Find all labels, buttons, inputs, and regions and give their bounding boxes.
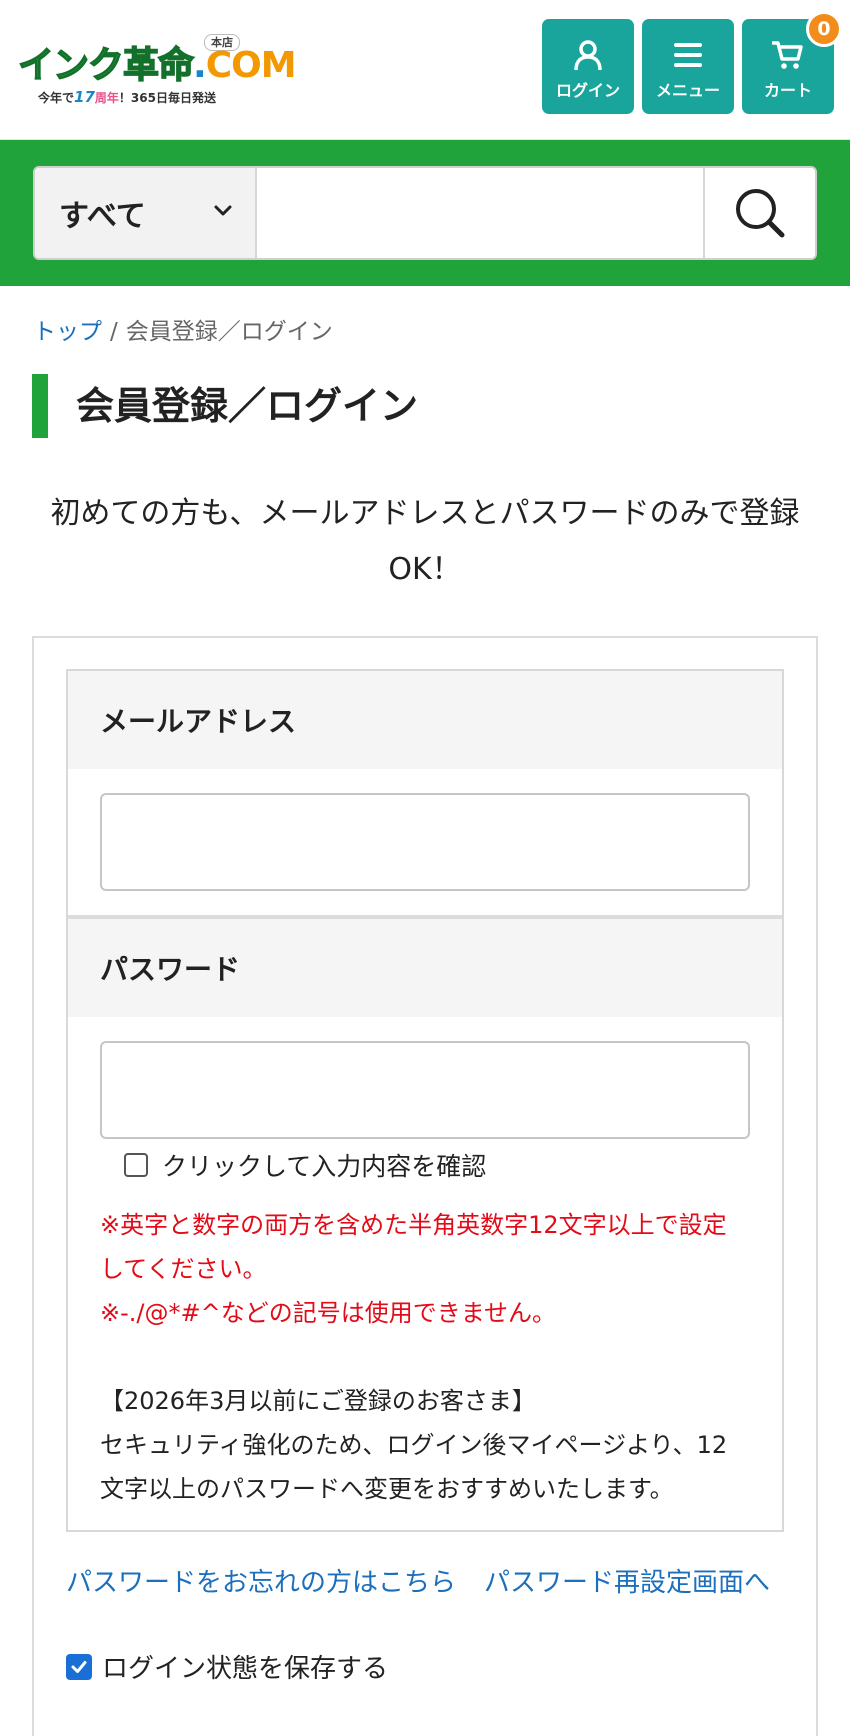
remember-login-label: ログイン状態を保存する xyxy=(102,1654,389,1684)
remember-login-checkbox[interactable] xyxy=(66,1653,92,1680)
cart-button-label: カート xyxy=(763,81,812,100)
cart-count-badge: 0 xyxy=(806,11,842,47)
login-form: メールアドレス パスワード クリックして入力内容を確認 ※英字と数字の両方を含め… xyxy=(66,669,784,1532)
password-symbol-note: ※-./@*#^などの記号は使用できません。 xyxy=(100,1299,556,1327)
logo-tagline: 今年で17周年！365日毎日発送 xyxy=(38,88,216,106)
page-title-block: 会員登録／ログイン xyxy=(32,374,418,438)
intro-text: 初めての方も、メールアドレスとパスワードのみで登録OK！ xyxy=(50,496,800,587)
password-label: パスワード xyxy=(68,919,782,1017)
remember-login-toggle[interactable]: ログイン状態を保存する xyxy=(66,1648,388,1685)
search-bar-area: すべて xyxy=(0,140,850,286)
search-button[interactable] xyxy=(703,168,815,258)
legacy-user-note: セキュリティ強化のため、ログイン後マイページより、12文字以上のパスワードへ変更… xyxy=(100,1431,728,1503)
reset-password-link[interactable]: パスワード再設定画面へ xyxy=(484,1568,770,1598)
person-icon xyxy=(574,40,602,71)
search-box: すべて xyxy=(33,166,817,260)
menu-button-label: メニュー xyxy=(655,81,720,100)
notes-spacer xyxy=(100,1335,750,1379)
show-password-toggle[interactable]: クリックして入力内容を確認 xyxy=(124,1147,750,1183)
search-icon xyxy=(736,189,785,238)
show-password-label: クリックして入力内容を確認 xyxy=(162,1152,487,1181)
checkmark-icon xyxy=(71,1660,87,1673)
page-title: 会員登録／ログイン xyxy=(76,384,419,428)
breadcrumb-current: 会員登録／ログイン xyxy=(125,319,333,345)
site-header: 本店 インク革命.COM 今年で17周年！365日毎日発送 ログイン メニュー … xyxy=(0,0,850,140)
login-button[interactable]: ログイン xyxy=(542,19,634,114)
email-field[interactable] xyxy=(100,793,750,891)
cart-button[interactable]: カート 0 xyxy=(742,11,842,114)
breadcrumb-home-link[interactable]: トップ xyxy=(33,319,102,345)
password-links: パスワードをお忘れの方はこちら パスワード再設定画面へ xyxy=(66,1562,770,1599)
hamburger-icon xyxy=(674,43,702,67)
breadcrumb: トップ / 会員登録／ログイン xyxy=(33,312,333,346)
legacy-user-heading: 【2026年3月以前にご登録のお客さま】 xyxy=(100,1387,536,1415)
password-notes: ※英字と数字の両方を含めた半角英数字12文字以上で設定してください。 ※-./@… xyxy=(100,1203,750,1511)
search-input[interactable] xyxy=(257,168,703,258)
logo-wordmark: インク革命.COM xyxy=(17,44,296,87)
search-category-value: すべて xyxy=(59,199,146,234)
breadcrumb-separator: / xyxy=(110,319,118,345)
password-field-wrap: クリックして入力内容を確認 ※英字と数字の両方を含めた半角英数字12文字以上で設… xyxy=(68,1017,782,1529)
cart-icon xyxy=(772,41,803,69)
chevron-down-icon xyxy=(214,205,232,216)
password-field[interactable] xyxy=(100,1041,750,1139)
email-field-wrap xyxy=(68,769,782,915)
site-logo[interactable]: 本店 インク革命.COM 今年で17周年！365日毎日発送 xyxy=(17,34,297,106)
email-label: メールアドレス xyxy=(68,671,782,769)
show-password-checkbox[interactable] xyxy=(124,1153,148,1177)
forgot-password-link[interactable]: パスワードをお忘れの方はこちら xyxy=(66,1568,456,1598)
login-button-label: ログイン xyxy=(555,81,620,100)
password-rule-note: ※英字と数字の両方を含めた半角英数字12文字以上で設定してください。 xyxy=(100,1211,727,1283)
menu-button[interactable]: メニュー xyxy=(642,19,734,114)
search-category-select[interactable]: すべて xyxy=(35,168,257,258)
